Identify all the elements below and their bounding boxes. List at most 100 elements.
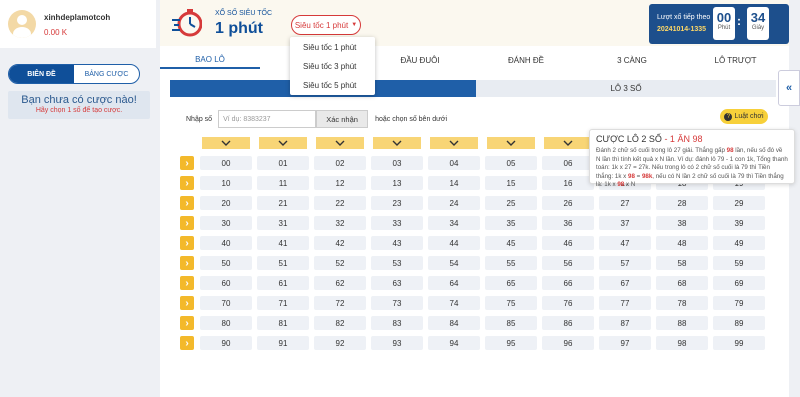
number-cell[interactable]: 91 [257, 336, 309, 350]
number-cell[interactable]: 48 [656, 236, 708, 250]
number-cell[interactable]: 24 [428, 196, 480, 210]
number-cell[interactable]: 16 [542, 176, 594, 190]
row-select-button[interactable]: › [180, 256, 194, 270]
avatar[interactable] [8, 10, 36, 38]
speed-option-1[interactable]: Siêu tốc 1 phút [290, 38, 375, 56]
number-cell[interactable]: 60 [200, 276, 252, 290]
number-cell[interactable]: 79 [713, 296, 765, 310]
number-cell[interactable]: 23 [371, 196, 423, 210]
number-cell[interactable]: 31 [257, 216, 309, 230]
number-cell[interactable]: 50 [200, 256, 252, 270]
number-cell[interactable]: 92 [314, 336, 366, 350]
row-select-button[interactable]: › [180, 196, 194, 210]
number-cell[interactable]: 70 [200, 296, 252, 310]
number-cell[interactable]: 51 [257, 256, 309, 270]
row-select-button[interactable]: › [180, 176, 194, 190]
number-cell[interactable]: 90 [200, 336, 252, 350]
number-cell[interactable]: 04 [428, 156, 480, 170]
number-cell[interactable]: 30 [200, 216, 252, 230]
confirm-button[interactable]: Xác nhận [316, 110, 369, 128]
number-cell[interactable]: 77 [599, 296, 651, 310]
number-cell[interactable]: 59 [713, 256, 765, 270]
number-cell[interactable]: 63 [371, 276, 423, 290]
rules-button[interactable]: ? Luật chơi [720, 109, 768, 124]
number-cell[interactable]: 00 [200, 156, 252, 170]
number-cell[interactable]: 55 [485, 256, 537, 270]
number-cell[interactable]: 03 [371, 156, 423, 170]
tab-bao-lo[interactable]: BAO LÔ [160, 51, 260, 69]
number-cell[interactable]: 12 [314, 176, 366, 190]
number-cell[interactable]: 32 [314, 216, 366, 230]
number-cell[interactable]: 58 [656, 256, 708, 270]
number-cell[interactable]: 33 [371, 216, 423, 230]
number-cell[interactable]: 14 [428, 176, 480, 190]
number-cell[interactable]: 61 [257, 276, 309, 290]
number-cell[interactable]: 65 [485, 276, 537, 290]
number-cell[interactable]: 35 [485, 216, 537, 230]
number-cell[interactable]: 44 [428, 236, 480, 250]
number-cell[interactable]: 28 [656, 196, 708, 210]
number-cell[interactable]: 88 [656, 316, 708, 330]
number-cell[interactable]: 10 [200, 176, 252, 190]
row-select-button[interactable]: › [180, 276, 194, 290]
collapse-icon[interactable]: « [778, 70, 800, 106]
number-cell[interactable]: 25 [485, 196, 537, 210]
tab-lo-truot[interactable]: LÔ TRƯỢT [682, 51, 789, 69]
number-cell[interactable]: 94 [428, 336, 480, 350]
number-cell[interactable]: 67 [599, 276, 651, 290]
number-cell[interactable]: 11 [257, 176, 309, 190]
row-select-button[interactable]: › [180, 156, 194, 170]
number-cell[interactable]: 66 [542, 276, 594, 290]
number-cell[interactable]: 75 [485, 296, 537, 310]
number-cell[interactable]: 89 [713, 316, 765, 330]
number-cell[interactable]: 53 [371, 256, 423, 270]
number-cell[interactable]: 85 [485, 316, 537, 330]
number-cell[interactable]: 80 [200, 316, 252, 330]
number-cell[interactable]: 06 [542, 156, 594, 170]
tab-3-cang[interactable]: 3 CÀNG [582, 51, 682, 69]
number-cell[interactable]: 52 [314, 256, 366, 270]
number-cell[interactable]: 87 [599, 316, 651, 330]
number-cell[interactable]: 98 [656, 336, 708, 350]
number-cell[interactable]: 13 [371, 176, 423, 190]
number-cell[interactable]: 43 [371, 236, 423, 250]
number-cell[interactable]: 26 [542, 196, 594, 210]
number-cell[interactable]: 93 [371, 336, 423, 350]
number-cell[interactable]: 64 [428, 276, 480, 290]
tab-bien-de[interactable]: BIÊN ĐỀ [9, 65, 74, 83]
tab-bang-cuoc[interactable]: BẢNG CƯỢC [74, 65, 139, 83]
number-cell[interactable]: 62 [314, 276, 366, 290]
number-cell[interactable]: 68 [656, 276, 708, 290]
number-cell[interactable]: 39 [713, 216, 765, 230]
speed-option-5[interactable]: Siêu tốc 5 phút [290, 76, 375, 94]
number-cell[interactable]: 72 [314, 296, 366, 310]
number-cell[interactable]: 82 [314, 316, 366, 330]
tab-dau-duoi[interactable]: ĐẦU ĐUÔI [370, 51, 470, 69]
number-cell[interactable]: 78 [656, 296, 708, 310]
row-select-button[interactable]: › [180, 296, 194, 310]
column-select-button[interactable] [430, 137, 478, 149]
number-cell[interactable]: 96 [542, 336, 594, 350]
number-cell[interactable]: 73 [371, 296, 423, 310]
number-cell[interactable]: 37 [599, 216, 651, 230]
column-select-button[interactable] [487, 137, 535, 149]
number-cell[interactable]: 40 [200, 236, 252, 250]
number-cell[interactable]: 34 [428, 216, 480, 230]
column-select-button[interactable] [544, 137, 592, 149]
number-cell[interactable]: 27 [599, 196, 651, 210]
number-cell[interactable]: 01 [257, 156, 309, 170]
row-select-button[interactable]: › [180, 236, 194, 250]
number-cell[interactable]: 47 [599, 236, 651, 250]
number-cell[interactable]: 22 [314, 196, 366, 210]
number-cell[interactable]: 76 [542, 296, 594, 310]
number-cell[interactable]: 54 [428, 256, 480, 270]
number-cell[interactable]: 84 [428, 316, 480, 330]
row-select-button[interactable]: › [180, 316, 194, 330]
number-cell[interactable]: 29 [713, 196, 765, 210]
number-cell[interactable]: 97 [599, 336, 651, 350]
number-cell[interactable]: 20 [200, 196, 252, 210]
number-cell[interactable]: 86 [542, 316, 594, 330]
number-cell[interactable]: 38 [656, 216, 708, 230]
number-cell[interactable]: 15 [485, 176, 537, 190]
number-cell[interactable]: 49 [713, 236, 765, 250]
